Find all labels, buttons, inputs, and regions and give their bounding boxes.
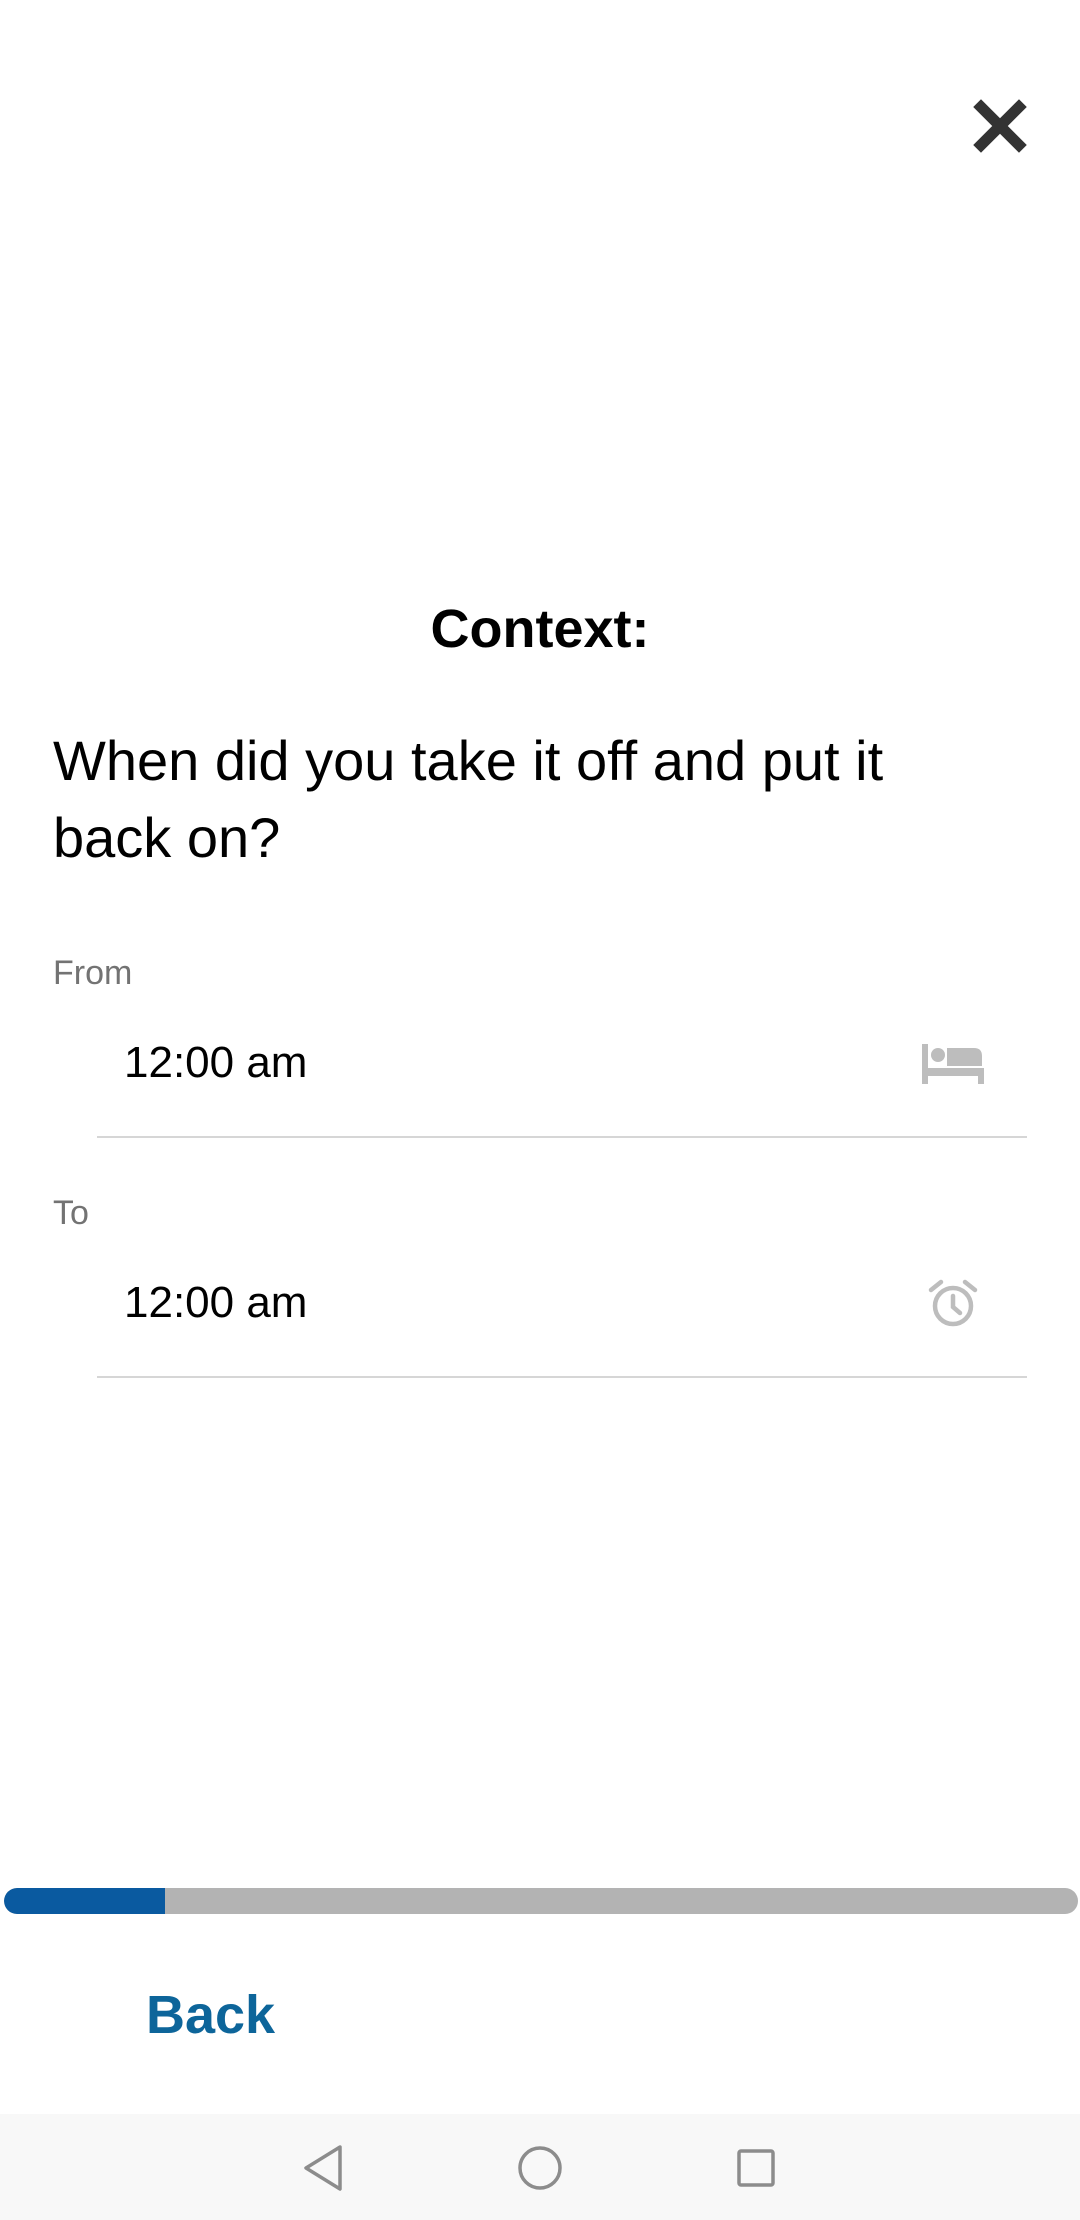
nav-home-button[interactable] (508, 2136, 572, 2200)
from-time-field[interactable]: 12:00 am (97, 998, 1027, 1138)
to-label: To (53, 1194, 89, 1232)
from-label: From (53, 954, 133, 992)
progress-bar-fill (4, 1888, 166, 1914)
from-time-value: 12:00 am (124, 1038, 308, 1087)
alarm-clock-icon (921, 1276, 985, 1332)
system-nav-bar (0, 2114, 1080, 2220)
bed-icon (921, 1036, 985, 1092)
screen: Context: When did you take it off and pu… (0, 0, 1080, 2220)
nav-back-button[interactable] (291, 2136, 355, 2200)
recents-square-icon (737, 2149, 775, 2187)
close-button[interactable] (962, 88, 1038, 164)
nav-recents-button[interactable] (724, 2136, 788, 2200)
close-icon (973, 99, 1027, 153)
to-time-field[interactable]: 12:00 am (97, 1238, 1027, 1378)
to-time-value: 12:00 am (124, 1278, 308, 1327)
back-button[interactable]: Back (146, 1982, 275, 2048)
home-circle-icon (518, 2146, 562, 2190)
progress-bar (4, 1888, 1078, 1914)
back-triangle-icon (304, 2145, 342, 2191)
dialog-heading: Context: (430, 599, 650, 659)
question-text: When did you take it off and put it back… (53, 729, 884, 869)
